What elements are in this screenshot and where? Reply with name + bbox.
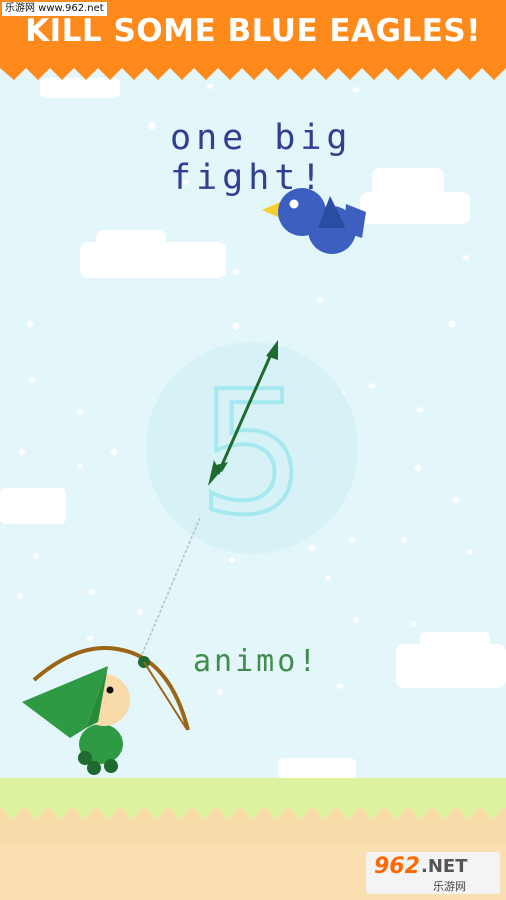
watermark-chinese: 乐游网 (433, 880, 466, 893)
banner-title: KILL SOME BLUE EAGLES! (25, 13, 481, 49)
cloud-3 (0, 488, 66, 524)
watermark-suffix: .NET (421, 856, 468, 877)
watermark-number: 962 (374, 854, 420, 879)
banner-zigzag (0, 64, 506, 80)
countdown-number: 5 (198, 355, 306, 553)
message-top: one big fight! (170, 118, 353, 198)
message-bottom: animo! (193, 644, 320, 679)
watermark-top: 乐游网 www.962.net (2, 2, 107, 16)
cloud-5 (278, 758, 356, 780)
grass-strip (0, 778, 506, 808)
